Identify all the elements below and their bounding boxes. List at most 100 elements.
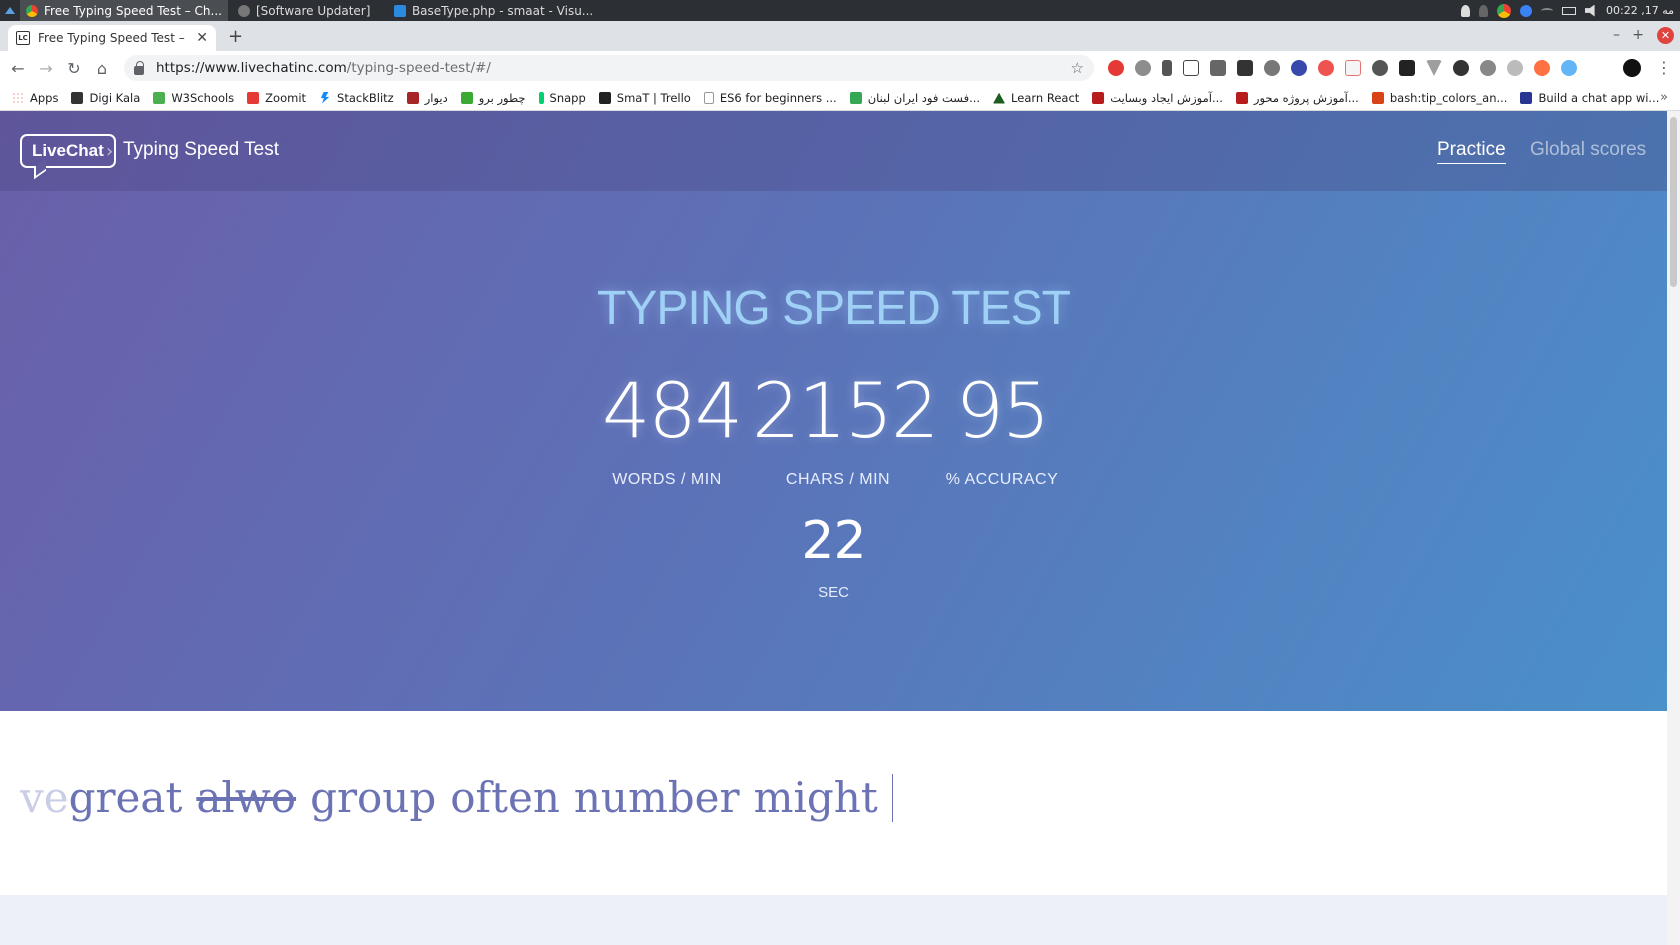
profile-avatar[interactable] (1623, 59, 1641, 77)
url-host: https://www.livechatinc.com (156, 60, 347, 76)
new-tab-button[interactable]: + (228, 26, 243, 47)
vscode-icon (393, 4, 406, 17)
chat-app-icon (1520, 91, 1533, 104)
close-window-button[interactable]: ✕ (1657, 27, 1674, 44)
bookmark-label: Snapp (549, 90, 586, 105)
bluetooth-icon[interactable] (1520, 4, 1532, 17)
extension-icon[interactable] (1507, 60, 1523, 76)
calendar-extension-icon[interactable] (1345, 60, 1361, 76)
bookmark-label: Zoomit (265, 90, 307, 105)
battery-icon[interactable] (1562, 6, 1576, 15)
site-title[interactable]: Typing Speed Test (123, 139, 279, 161)
extension-icons (1108, 60, 1577, 76)
updater-icon (237, 4, 250, 17)
extension-icon[interactable] (1135, 60, 1151, 76)
close-tab-icon[interactable]: ✕ (196, 30, 208, 46)
bookmark-star-icon[interactable]: ☆ (1071, 59, 1084, 77)
extension-icon[interactable] (1264, 60, 1280, 76)
clock[interactable]: 00:22 ,مه 17 (1606, 4, 1674, 17)
extension-icon[interactable] (1162, 60, 1172, 76)
forward-button[interactable]: → (32, 54, 60, 82)
page-scrollbar[interactable] (1667, 111, 1680, 945)
chrome-tray-icon[interactable] (1497, 3, 1511, 18)
maximize-window-button[interactable]: + (1632, 27, 1644, 43)
taskbar-task-chrome[interactable]: Free Typing Speed Test – Ch... (20, 0, 228, 21)
w-extension-icon[interactable] (1210, 60, 1226, 76)
bookmark-w3schools[interactable]: W3Schools (153, 91, 234, 105)
wpm-value: 484 (602, 366, 743, 455)
bookmark-label: آموزش ایجاد وبسایت... (1110, 90, 1223, 105)
extension-icon[interactable] (1399, 60, 1415, 76)
word: number (573, 773, 740, 822)
typing-area[interactable]: ve great alwo group often number might (0, 711, 1667, 895)
bookmark-learn-react[interactable]: Learn React (993, 91, 1079, 105)
react-devtools-icon[interactable] (1561, 60, 1577, 76)
vue-extension-icon[interactable] (1426, 60, 1442, 76)
extension-icon[interactable] (1291, 60, 1307, 76)
bookmark-zoomit[interactable]: Zoomit (247, 91, 306, 105)
bookmark-stackblitz[interactable]: StackBlitz (319, 91, 394, 105)
bash-icon (1371, 91, 1384, 104)
mountain-icon (993, 92, 1006, 104)
r-icon (1235, 91, 1248, 104)
extension-icon[interactable] (1480, 60, 1496, 76)
formula-extension-icon[interactable] (1183, 60, 1199, 76)
bookmark-chetor-boro[interactable]: چطور برو (460, 91, 526, 105)
bookmark-website-course[interactable]: آموزش ایجاد وبسایت... (1092, 91, 1223, 105)
extension-icon[interactable] (1453, 60, 1469, 76)
bookmark-label: ES6 for beginners ... (719, 90, 837, 105)
trello-icon (598, 91, 611, 104)
bookmark-trello[interactable]: SmaT | Trello (598, 91, 691, 105)
digikala-icon (71, 91, 84, 104)
browser-menu-icon[interactable]: ⋮ (1656, 58, 1672, 77)
scrollbar-thumb[interactable] (1670, 117, 1677, 287)
bookmark-project-course[interactable]: آموزش پروژه محور... (1235, 90, 1359, 105)
word: group (310, 773, 437, 822)
more-bookmarks-icon[interactable]: » (1660, 90, 1668, 105)
site-header: LiveChat › Typing Speed Test Practice Gl… (0, 111, 1667, 191)
nav-practice[interactable]: Practice (1437, 139, 1506, 164)
volume-icon[interactable] (1585, 4, 1595, 17)
chevron-right-icon: › (106, 141, 114, 162)
browser-tab-active[interactable]: LC Free Typing Speed Test – Check ✕ (8, 25, 216, 51)
bookmark-fastfood[interactable]: فست فود ایران لبنان... (849, 90, 981, 105)
bookmark-apps[interactable]: Apps (12, 91, 58, 105)
extension-icon[interactable] (1237, 60, 1253, 76)
notification-muted-icon[interactable] (1479, 4, 1488, 17)
bookmark-label: فست فود ایران لبنان... (867, 90, 981, 105)
apps-grid-icon (12, 91, 24, 104)
w3schools-icon (153, 91, 166, 104)
lock-icon[interactable] (134, 60, 144, 75)
bookmark-label: Digi Kala (89, 90, 141, 105)
nav-global-scores[interactable]: Global scores (1530, 139, 1646, 161)
word-stream[interactable]: ve great alwo group often number might (20, 773, 894, 822)
notification-icon[interactable] (1461, 4, 1470, 17)
taskbar-task-label: [Software Updater] (255, 3, 371, 18)
back-button[interactable]: ← (4, 54, 32, 82)
minimize-window-button[interactable]: – (1613, 27, 1620, 43)
reload-button[interactable]: ↻ (60, 54, 88, 82)
bookmark-label: W3Schools (171, 90, 235, 105)
bookmark-divar[interactable]: دیوار (406, 90, 448, 105)
bookmark-digikala[interactable]: Digi Kala (71, 91, 140, 105)
taskbar-task-updater[interactable]: [Software Updater] (228, 0, 388, 21)
tab-title: Free Typing Speed Test – Check (38, 31, 188, 45)
opera-extension-icon[interactable] (1108, 60, 1124, 76)
address-bar[interactable]: https://www.livechatinc.com/typing-speed… (124, 55, 1094, 81)
bookmark-label: آموزش پروژه محور... (1253, 90, 1359, 105)
timer-value: 22 (801, 511, 866, 571)
livechat-logo[interactable]: LiveChat (20, 134, 116, 168)
taskbar-task-vscode[interactable]: BaseType.php - smaat - Visu... (388, 0, 599, 21)
home-button[interactable]: ⌂ (88, 54, 116, 82)
timer-label: SEC (818, 584, 849, 601)
wifi-icon[interactable] (1541, 7, 1553, 14)
bookmark-label: دیوار (424, 90, 448, 105)
gear-extension-icon[interactable] (1372, 60, 1388, 76)
pocket-extension-icon[interactable] (1318, 60, 1334, 76)
extension-icon[interactable] (1534, 60, 1550, 76)
bookmark-chat-app[interactable]: Build a chat app wi... (1520, 91, 1659, 105)
bookmark-es6[interactable]: ES6 for beginners ... (703, 90, 837, 105)
start-menu-icon[interactable] (0, 0, 20, 21)
bookmark-bash-colors[interactable]: bash:tip_colors_an... (1371, 91, 1507, 105)
bookmark-snapp[interactable]: Snapp (538, 90, 586, 105)
